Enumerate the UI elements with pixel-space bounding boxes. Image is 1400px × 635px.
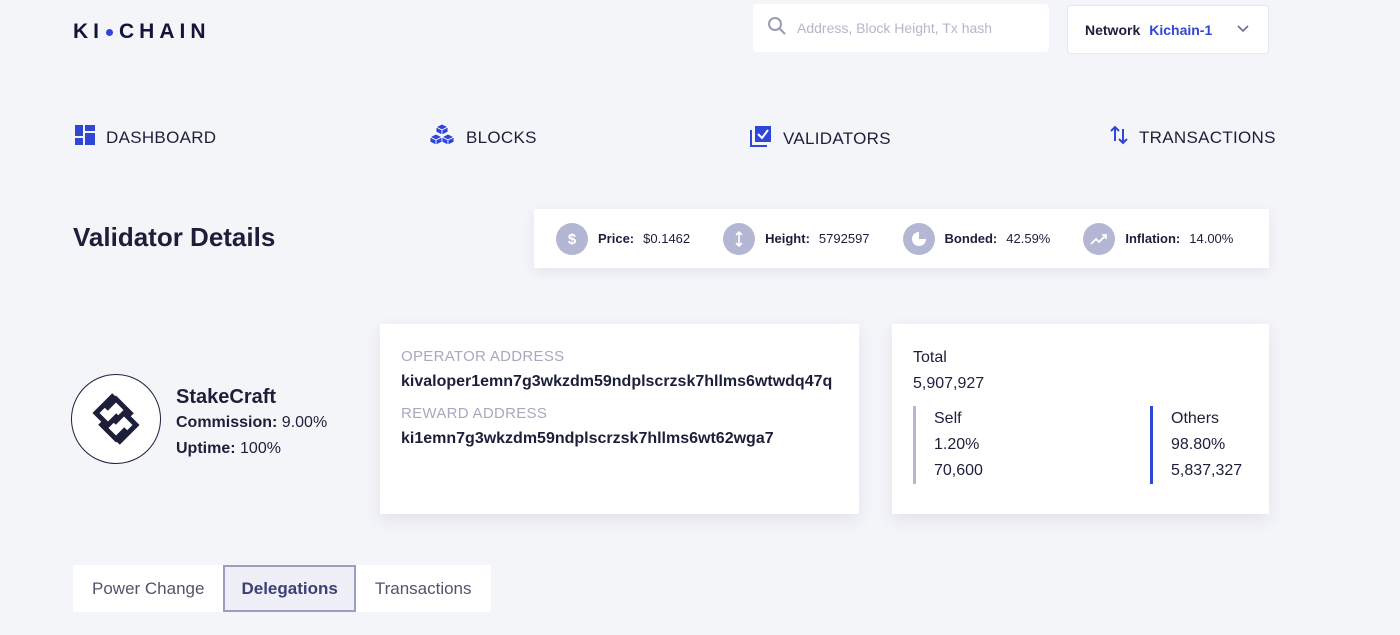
commission-value: 9.00% — [281, 414, 328, 431]
svg-text:$: $ — [568, 231, 577, 247]
arrows-up-down-icon — [1110, 125, 1139, 150]
trend-up-icon — [1083, 222, 1116, 255]
reward-address-value[interactable]: ki1emn7g3wkzdm59ndplscrzsk7hllms6wt62wga… — [401, 426, 838, 451]
uptime-label: Uptime: — [176, 440, 236, 457]
blocks-icon — [429, 123, 466, 152]
stat-inflation-value: 14.00% — [1189, 231, 1234, 246]
reward-address-label: REWARD ADDRESS — [401, 405, 548, 422]
total-value: 5,907,927 — [913, 375, 985, 392]
tab-transactions[interactable]: Transactions — [356, 565, 491, 612]
operator-address-label: OPERATOR ADDRESS — [401, 348, 565, 365]
network-selector[interactable]: Network Kichain-1 — [1067, 5, 1269, 54]
self-label: Self — [934, 410, 962, 427]
validator-uptime: Uptime: 100% — [176, 440, 281, 458]
validators-icon — [750, 125, 783, 152]
stakecraft-logo-icon — [92, 393, 140, 445]
nav-transactions[interactable]: TRANSACTIONS — [1110, 125, 1276, 150]
stat-height-label: Height: — [765, 231, 810, 246]
nav-validators[interactable]: VALIDATORS — [750, 125, 891, 152]
nav-blocks-label: BLOCKS — [466, 127, 537, 147]
network-label: Network — [1085, 21, 1141, 38]
search-icon — [767, 16, 787, 41]
height-icon — [723, 222, 756, 255]
operator-address-value[interactable]: kivaloper1emn7g3wkzdm59ndplscrzsk7hllms6… — [401, 369, 838, 394]
tab-delegations[interactable]: Delegations — [223, 565, 356, 612]
others-percent: 98.80% — [1171, 436, 1226, 453]
logo-dot — [106, 28, 113, 36]
logo[interactable]: KI CHAIN — [73, 20, 211, 44]
stats-bar: $ Price: $0.1462 Height: 5792597 Bonded:… — [534, 209, 1269, 268]
stat-bonded: Bonded: 42.59% — [902, 222, 1051, 255]
self-section: Self 1.20% 70,600 — [913, 406, 983, 484]
nav-dashboard[interactable]: DASHBOARD — [75, 125, 216, 150]
search-input[interactable] — [797, 20, 1037, 36]
stat-price-label: Price: — [598, 231, 635, 246]
stat-bonded-value: 42.59% — [1006, 231, 1051, 246]
validator-commission: Commission: 9.00% — [176, 414, 327, 432]
stat-height-value: 5792597 — [818, 231, 870, 246]
nav-transactions-label: TRANSACTIONS — [1139, 127, 1276, 147]
stat-inflation-label: Inflation: — [1125, 231, 1181, 246]
network-value: Kichain-1 — [1149, 21, 1213, 38]
self-percent: 1.20% — [934, 436, 980, 453]
commission-label: Commission: — [176, 414, 278, 431]
voting-power-card: Total 5,907,927 Self 1.20% 70,600 Others… — [892, 324, 1269, 514]
chevron-down-icon — [1236, 21, 1250, 38]
self-value: 70,600 — [934, 462, 983, 479]
page-title: Validator Details — [73, 222, 276, 252]
stat-height: Height: 5792597 — [723, 222, 870, 255]
logo-text-right: CHAIN — [119, 20, 211, 43]
dashboard-icon — [75, 125, 106, 150]
stat-price: $ Price: $0.1462 — [556, 222, 691, 255]
pie-chart-icon — [902, 222, 935, 255]
others-value: 5,837,327 — [1171, 462, 1243, 479]
others-label: Others — [1171, 410, 1220, 427]
uptime-value: 100% — [240, 440, 281, 457]
dollar-icon: $ — [556, 222, 588, 255]
search-box[interactable] — [753, 4, 1049, 52]
others-section: Others 98.80% 5,837,327 — [1150, 406, 1242, 484]
stat-bonded-label: Bonded: — [944, 231, 998, 246]
address-card: OPERATOR ADDRESS kivaloper1emn7g3wkzdm59… — [380, 324, 859, 514]
detail-tabs: Power Change Delegations Transactions — [73, 565, 491, 612]
nav-blocks[interactable]: BLOCKS — [429, 123, 537, 152]
stat-price-value: $0.1462 — [643, 231, 691, 246]
tab-power-change[interactable]: Power Change — [73, 565, 223, 612]
avatar — [71, 374, 161, 464]
nav-dashboard-label: DASHBOARD — [106, 127, 217, 147]
stat-inflation: Inflation: 14.00% — [1083, 222, 1234, 255]
logo-text-left: KI — [73, 20, 104, 43]
nav-validators-label: VALIDATORS — [783, 128, 891, 148]
validator-name: StakeCraft — [176, 386, 277, 408]
total-label: Total — [913, 349, 947, 366]
